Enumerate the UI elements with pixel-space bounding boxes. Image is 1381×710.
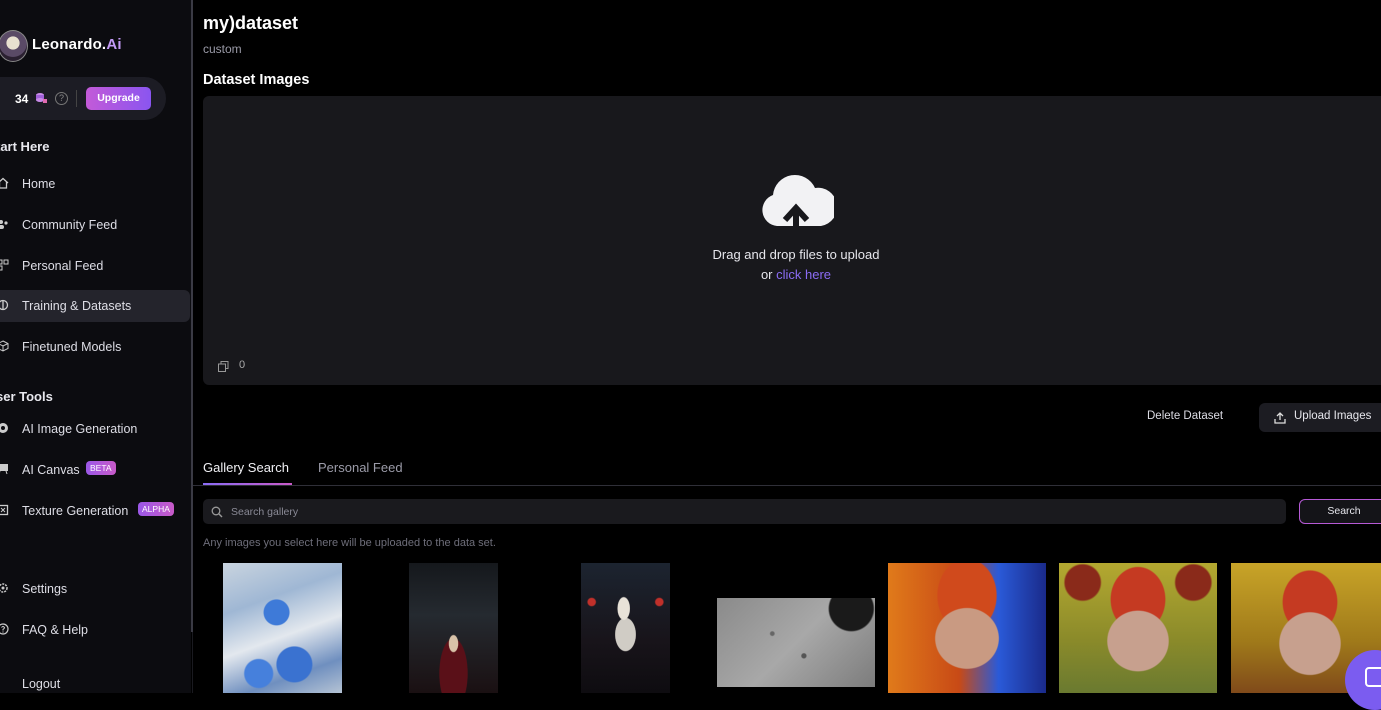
section-title-dataset-images: Dataset Images: [203, 72, 310, 88]
help-circle-icon[interactable]: ?: [55, 92, 68, 105]
beta-badge: BETA: [86, 461, 116, 475]
sidebar-item-finetuned-models[interactable]: Finetuned Models: [0, 331, 190, 363]
sidebar-item-label: Texture Generation: [22, 504, 129, 518]
gallery-image[interactable]: [409, 563, 498, 693]
sidebar-item-faq-help[interactable]: FAQ & Help: [0, 614, 190, 646]
texture-icon: [0, 504, 9, 516]
upload-images-button[interactable]: Upload Images: [1259, 403, 1381, 432]
click-here-link[interactable]: click here: [776, 267, 831, 282]
sidebar-divider: [192, 632, 193, 693]
hint-text: Any images you select here will be uploa…: [203, 537, 496, 549]
active-tab-indicator: [203, 483, 292, 485]
token-count: 34: [15, 92, 29, 106]
community-icon: [0, 218, 9, 230]
sidebar-item-label: Home: [22, 177, 56, 191]
drop-instruction: Drag and drop files to upload: [712, 247, 880, 262]
tab-personal-feed[interactable]: Personal Feed: [318, 460, 403, 475]
home-icon: [0, 177, 9, 189]
sidebar-scrollbar[interactable]: [191, 0, 193, 632]
section-start-here: tart Here: [0, 139, 50, 154]
page-title: my)dataset: [203, 13, 299, 33]
delete-dataset-button[interactable]: Delete Dataset: [1147, 410, 1223, 422]
sidebar-item-community-feed[interactable]: Community Feed: [0, 209, 190, 241]
upload-images-label: Upload Images: [1294, 410, 1372, 422]
divider: [76, 90, 77, 107]
tab-gallery-search[interactable]: Gallery Search: [203, 460, 289, 475]
sidebar-item-logout[interactable]: Logout: [0, 668, 190, 700]
cube-icon: [0, 340, 9, 352]
sidebar-item-ai-canvas[interactable]: AI Canvas BETA: [0, 454, 190, 486]
gallery-image[interactable]: [581, 563, 670, 693]
upload-icon: [1274, 411, 1286, 424]
alpha-badge: ALPHA: [138, 502, 174, 516]
brand-ai: Ai: [106, 36, 122, 53]
sidebar-item-label: Finetuned Models: [22, 340, 122, 354]
sidebar-item-label: Training & Datasets: [22, 299, 132, 313]
copy-icon: [218, 359, 229, 372]
tab-divider: [193, 485, 1381, 486]
gallery-image[interactable]: [1059, 563, 1217, 693]
sidebar-item-label: Settings: [22, 582, 68, 596]
chat-icon: [1365, 667, 1381, 687]
page-subtitle: custom: [203, 42, 242, 56]
section-user-tools: ser Tools: [0, 389, 53, 404]
sidebar-item-texture-generation[interactable]: Texture Generation ALPHA: [0, 495, 190, 527]
sidebar-item-ai-image-generation[interactable]: AI Image Generation: [0, 413, 190, 445]
canvas-icon: [0, 463, 9, 475]
sidebar-item-label: AI Canvas: [22, 463, 80, 477]
help-icon: [0, 623, 9, 635]
dropzone[interactable]: [203, 96, 1381, 385]
sidebar-item-training-datasets[interactable]: Training & Datasets: [0, 290, 190, 322]
upgrade-button[interactable]: Upgrade: [86, 87, 151, 110]
sidebar-item-label: AI Image Generation: [22, 422, 138, 436]
coin-icon: [35, 92, 47, 107]
brand-name: Leonardo.: [32, 36, 107, 53]
drop-or-text: or: [760, 267, 777, 282]
search-button[interactable]: Search: [1299, 499, 1381, 524]
sidebar-item-label: Logout: [22, 677, 61, 691]
image-count: 0: [239, 359, 246, 371]
drop-or-line: or click here: [0, 267, 1381, 282]
sidebar-item-label: Community Feed: [22, 218, 118, 232]
brand[interactable]: Leonardo.Ai: [32, 36, 122, 53]
gallery-image[interactable]: [223, 563, 342, 693]
search-input[interactable]: [229, 502, 1273, 522]
search-bar: [203, 499, 1286, 524]
search-icon: [211, 505, 223, 518]
cloud-upload-icon: [759, 170, 838, 240]
sidebar-item-home[interactable]: Home: [0, 168, 190, 200]
image-gen-icon: [0, 422, 9, 434]
gear-icon: [0, 582, 9, 594]
logout-icon: [0, 677, 9, 689]
gallery-image[interactable]: [717, 598, 875, 687]
sidebar-item-settings[interactable]: Settings: [0, 573, 190, 605]
sidebar-item-label: FAQ & Help: [22, 623, 88, 637]
training-icon: [0, 299, 9, 311]
gallery-image[interactable]: [888, 563, 1046, 693]
